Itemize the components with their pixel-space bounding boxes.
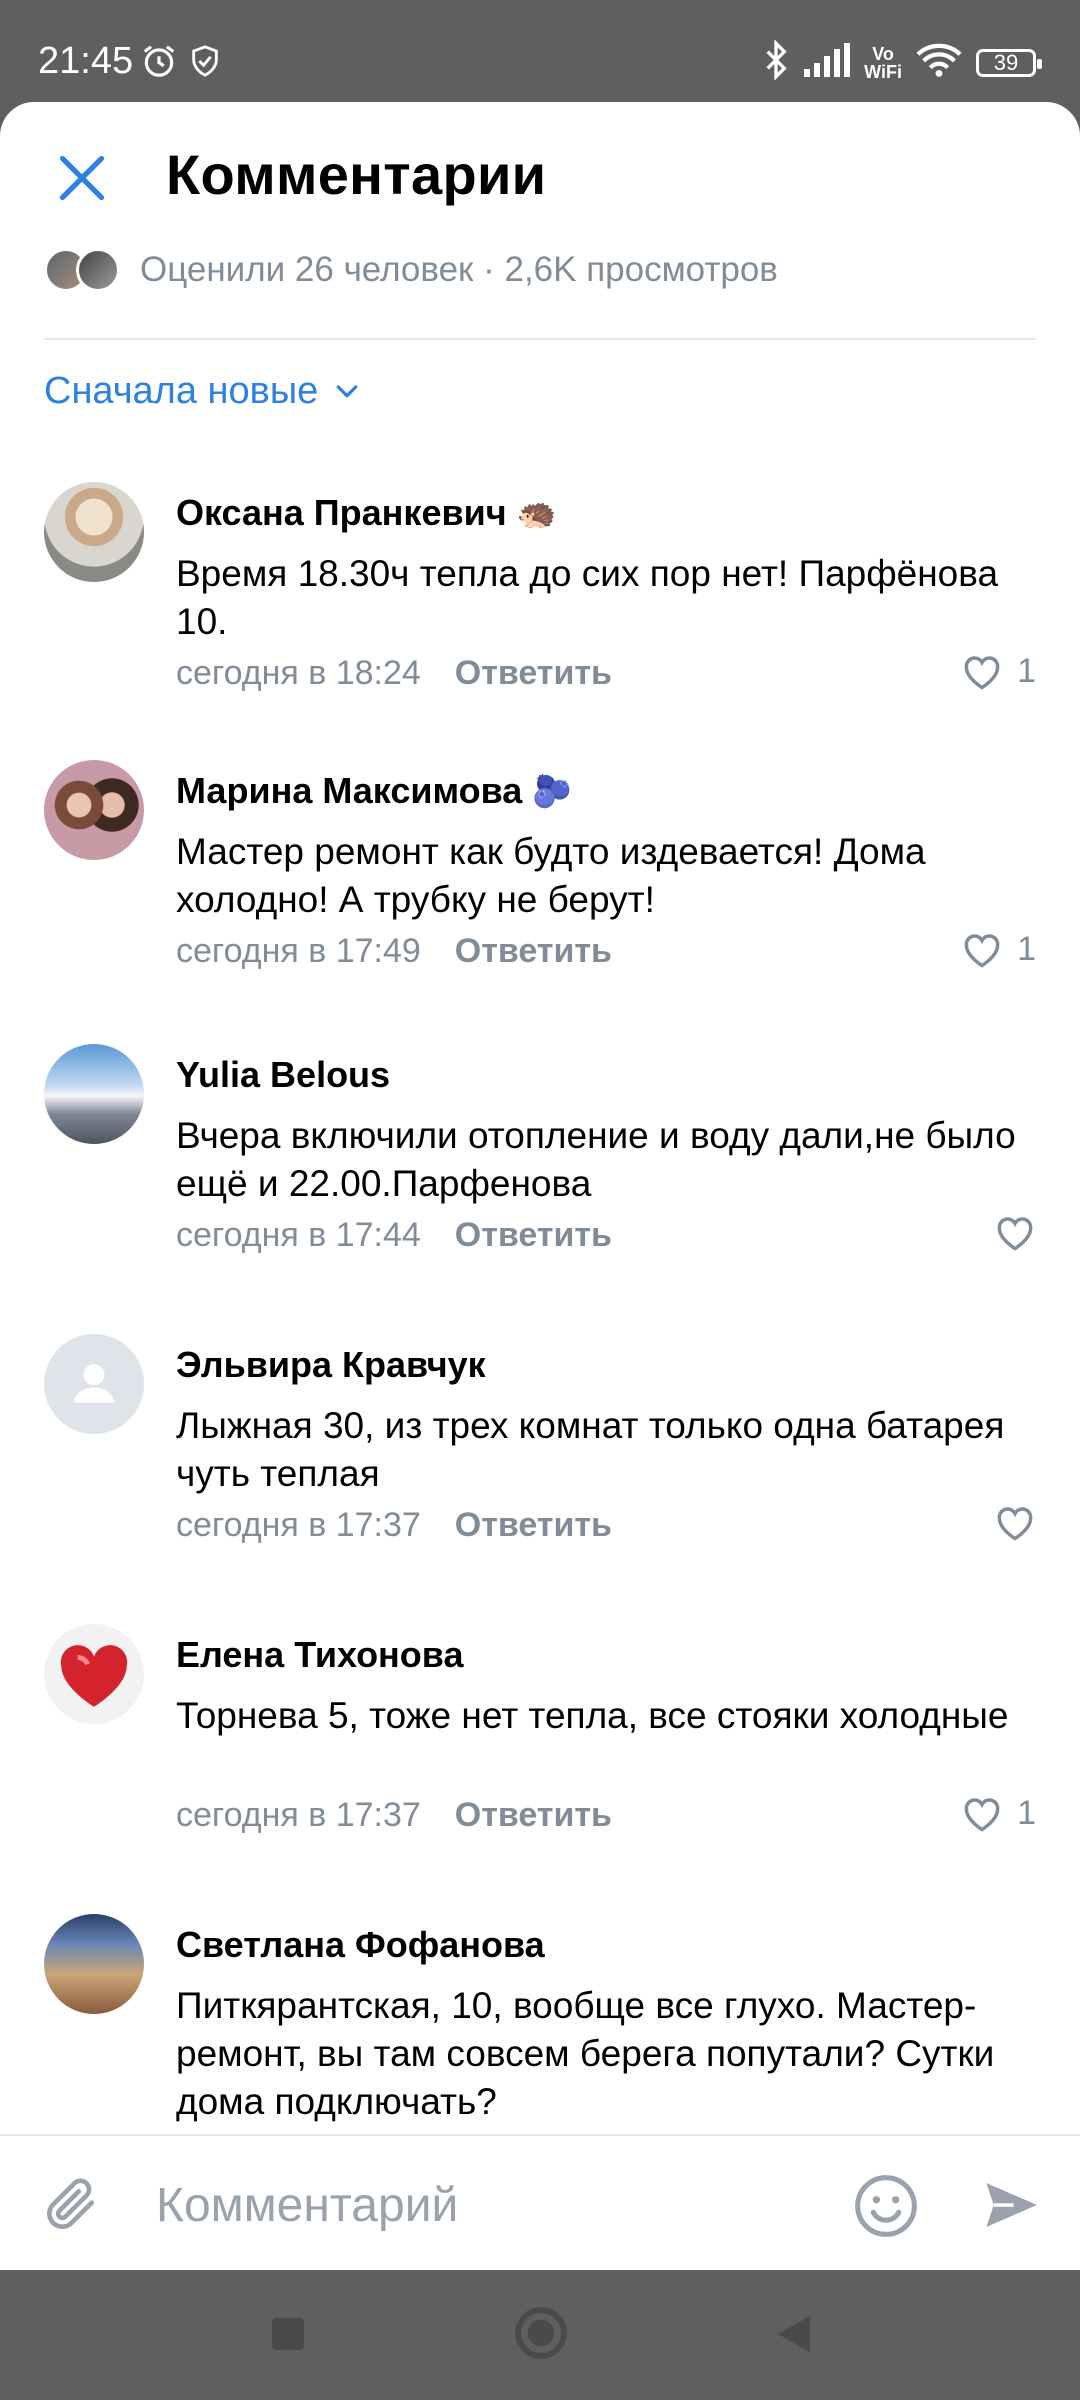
sort-label: Сначала новые bbox=[44, 370, 319, 412]
comment-author[interactable]: Оксана Пранкевич 🦔 bbox=[176, 492, 556, 534]
close-icon bbox=[59, 155, 105, 201]
reply-button[interactable]: Ответить bbox=[455, 932, 612, 971]
avatar[interactable] bbox=[44, 1914, 144, 2014]
like-button[interactable] bbox=[994, 1214, 1036, 1252]
emoji-button[interactable] bbox=[852, 2172, 920, 2245]
shield-icon bbox=[188, 42, 222, 85]
recents-button[interactable] bbox=[264, 2310, 312, 2363]
comment-time: сегодня в 17:44 bbox=[176, 1216, 421, 1254]
reactions-summary[interactable]: Оценили 26 человек · 2,6K просмотров bbox=[44, 248, 778, 292]
back-button[interactable] bbox=[770, 2310, 818, 2363]
author-emoji: 🦔 bbox=[516, 495, 557, 531]
status-time: 21:45 bbox=[38, 40, 134, 82]
reply-button[interactable]: Ответить bbox=[455, 1216, 612, 1255]
default-user-icon bbox=[74, 1364, 114, 1403]
system-navigation-bar bbox=[0, 2270, 1080, 2400]
comment-meta: сегодня в 17:44 Ответить bbox=[176, 1216, 612, 1255]
signal-icon bbox=[804, 43, 851, 82]
avatar[interactable] bbox=[44, 1044, 144, 1144]
heart-icon bbox=[997, 1217, 1033, 1251]
avatar[interactable] bbox=[44, 1624, 144, 1724]
comment-author[interactable]: Yulia Belous bbox=[176, 1054, 390, 1096]
heart-picture bbox=[60, 1645, 128, 1707]
comment-time: сегодня в 18:24 bbox=[176, 654, 421, 692]
comment-author[interactable]: Эльвира Кравчук bbox=[176, 1344, 486, 1386]
like-count: 1 bbox=[1017, 1794, 1036, 1832]
attach-button[interactable] bbox=[40, 2172, 102, 2241]
comments-sheet: Комментарии Оценили 26 человек · 2,6K пр… bbox=[0, 102, 1080, 2270]
reactions-views-text: Оценили 26 человек · 2,6K просмотров bbox=[140, 250, 778, 289]
heart-icon bbox=[964, 655, 1000, 690]
comment-author[interactable]: Елена Тихонова bbox=[176, 1634, 463, 1676]
like-button[interactable]: 1 bbox=[961, 1794, 1036, 1833]
like-count: 1 bbox=[1017, 652, 1036, 690]
send-button[interactable] bbox=[980, 2174, 1042, 2241]
avatar[interactable] bbox=[44, 1334, 144, 1434]
avatar[interactable] bbox=[44, 760, 144, 860]
close-button[interactable] bbox=[46, 142, 118, 214]
bluetooth-icon bbox=[762, 39, 790, 85]
sort-dropdown[interactable]: Сначала новые bbox=[44, 370, 362, 413]
comment-text: Мастер ремонт как будто издевается! Дома… bbox=[176, 831, 926, 920]
page-title: Комментарии bbox=[166, 143, 547, 206]
comment-time: сегодня в 17:37 bbox=[176, 1506, 421, 1544]
comment-text: Вчера включили отопление и воду дали,не … bbox=[176, 1115, 1016, 1204]
like-button[interactable]: 1 bbox=[961, 652, 1036, 691]
comment-text: Время 18.30ч тепла до сих пор нет! Парфё… bbox=[176, 553, 999, 642]
reply-button[interactable]: Ответить bbox=[455, 654, 612, 693]
status-icons-left bbox=[140, 42, 222, 85]
vowifi-indicator: Vo WiFi bbox=[864, 43, 902, 82]
alarm-icon bbox=[140, 42, 178, 85]
author-emoji: 🫐 bbox=[532, 773, 573, 809]
back-triangle-icon bbox=[778, 2316, 810, 2352]
comment-author[interactable]: Светлана Фофанова bbox=[176, 1924, 545, 1966]
paperclip-icon bbox=[47, 2178, 94, 2229]
wifi-icon bbox=[916, 42, 962, 83]
circle-icon bbox=[515, 2307, 567, 2359]
comment-meta: сегодня в 17:37 Ответить bbox=[176, 1506, 612, 1545]
like-count: 1 bbox=[1017, 930, 1036, 968]
reply-button[interactable]: Ответить bbox=[455, 1506, 612, 1545]
reply-button[interactable]: Ответить bbox=[455, 1796, 612, 1835]
battery-indicator: 39 bbox=[976, 48, 1042, 77]
square-icon bbox=[272, 2318, 304, 2350]
comment-meta: сегодня в 17:49 Ответить bbox=[176, 932, 612, 971]
heart-icon bbox=[964, 933, 1000, 968]
comment-text: Лыжная 30, из трех комнат только одна ба… bbox=[176, 1405, 1005, 1494]
comment-meta: сегодня в 18:24 Ответить bbox=[176, 654, 612, 693]
comment-text: Торнева 5, тоже нет тепла, все стояки хо… bbox=[176, 1695, 1009, 1736]
heart-icon bbox=[964, 1797, 1000, 1832]
comment-time: сегодня в 17:49 bbox=[176, 932, 421, 970]
status-icons-right: Vo WiFi 39 bbox=[762, 39, 1042, 85]
home-button[interactable] bbox=[512, 2304, 570, 2367]
comment-author[interactable]: Марина Максимова 🫐 bbox=[176, 770, 572, 812]
heart-icon bbox=[997, 1507, 1033, 1541]
chevron-down-icon bbox=[336, 384, 358, 397]
smile-icon bbox=[855, 2175, 917, 2237]
status-bar: 21:45 Vo WiFi 39 bbox=[0, 0, 1080, 102]
comment-input[interactable] bbox=[154, 2172, 818, 2238]
comment-meta: сегодня в 17:37 Ответить bbox=[176, 1796, 612, 1835]
like-button[interactable] bbox=[994, 1504, 1036, 1542]
comment-text: Питкярантская, 10, вообще все глухо. Мас… bbox=[176, 1985, 995, 2122]
divider bbox=[44, 338, 1036, 340]
header: Комментарии bbox=[0, 102, 1080, 242]
comment-composer bbox=[0, 2134, 1080, 2270]
comment-time: сегодня в 17:37 bbox=[176, 1796, 421, 1834]
reactor-avatar bbox=[76, 248, 120, 292]
send-icon bbox=[986, 2183, 1037, 2227]
like-button[interactable]: 1 bbox=[961, 930, 1036, 969]
avatar[interactable] bbox=[44, 482, 144, 582]
